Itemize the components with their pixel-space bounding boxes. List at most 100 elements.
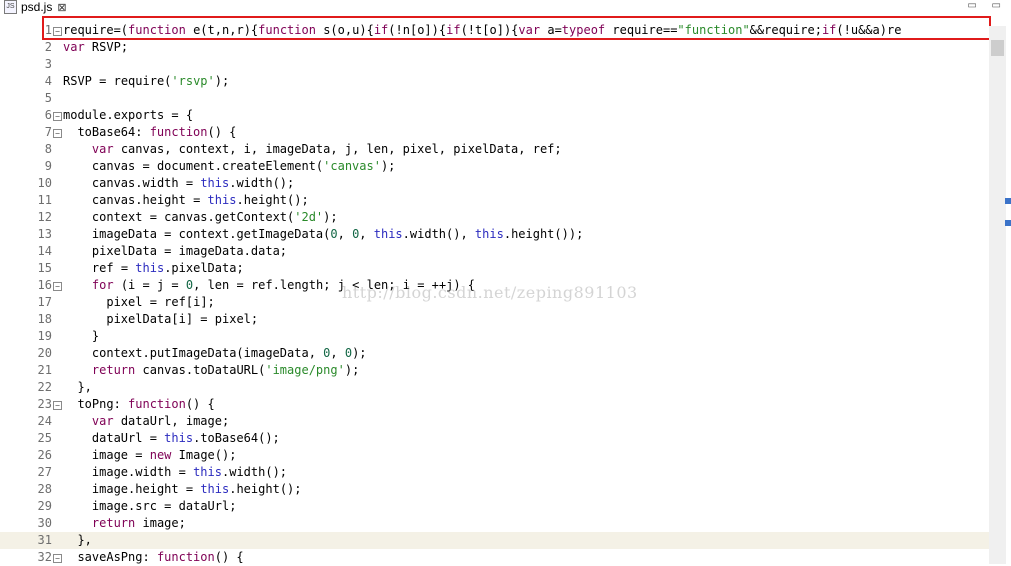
code-line[interactable]: 6− module.exports = {: [0, 107, 989, 124]
code-line[interactable]: 23− toPng: function() {: [0, 396, 989, 413]
overview-ruler-mark[interactable]: [1005, 198, 1011, 204]
line-number: 27: [37, 465, 52, 479]
fold-toggle-icon[interactable]: −: [53, 27, 62, 36]
code-text: toBase64: function() {: [77, 125, 237, 139]
fold-toggle-icon[interactable]: −: [53, 282, 62, 291]
code-editor[interactable]: 1− require=(function e(t,n,r){function s(…: [0, 14, 1011, 564]
editor-tab-bar: JS psd.js ⊠ ▭ ▭: [0, 0, 1011, 14]
line-number: 10: [37, 176, 52, 190]
code-line[interactable]: 8 var canvas, context, i, imageData, j, …: [0, 141, 989, 158]
code-text: toPng: function() {: [77, 397, 215, 411]
code-text: canvas.height = this.height();: [91, 193, 309, 207]
code-line[interactable]: 16− for (i = j = 0, len = ref.length; j …: [0, 277, 989, 294]
code-text: require=(function e(t,n,r){function s(o,…: [63, 23, 902, 37]
code-line[interactable]: 15 ref = this.pixelData;: [0, 260, 989, 277]
code-line[interactable]: 10 canvas.width = this.width();: [0, 175, 989, 192]
code-line[interactable]: 26 image = new Image();: [0, 447, 989, 464]
code-line[interactable]: 11 canvas.height = this.height();: [0, 192, 989, 209]
line-number: 4: [44, 74, 52, 88]
code-line[interactable]: 28 image.height = this.height();: [0, 481, 989, 498]
code-text: ref = this.pixelData;: [91, 261, 244, 275]
fold-toggle-icon[interactable]: −: [53, 401, 62, 410]
code-text: RSVP = require('rsvp');: [63, 74, 230, 88]
code-line[interactable]: 31 },: [0, 532, 989, 549]
line-number: 26: [37, 448, 52, 462]
code-line[interactable]: 9 canvas = document.createElement('canva…: [0, 158, 989, 175]
line-number: 28: [37, 482, 52, 496]
line-number: 20: [37, 346, 52, 360]
line-number: 29: [37, 499, 52, 513]
line-number: 15: [37, 261, 52, 275]
code-text: pixelData[i] = pixel;: [106, 312, 259, 326]
code-text: canvas = document.createElement('canvas'…: [91, 159, 396, 173]
line-number: 13: [37, 227, 52, 241]
code-line[interactable]: 12 context = canvas.getContext('2d');: [0, 209, 989, 226]
code-line[interactable]: 30 return image;: [0, 515, 989, 532]
tab-label: psd.js: [21, 0, 53, 14]
line-number: 17: [37, 295, 52, 309]
code-text: image = new Image();: [91, 448, 237, 462]
code-text: var canvas, context, i, imageData, j, le…: [91, 142, 562, 156]
code-text: canvas.width = this.width();: [91, 176, 295, 190]
code-text: imageData = context.getImageData(0, 0, t…: [91, 227, 584, 241]
code-line[interactable]: 14 pixelData = imageData.data;: [0, 243, 989, 260]
vertical-scrollbar[interactable]: [989, 26, 1006, 564]
line-number: 25: [37, 431, 52, 445]
line-number: 3: [44, 57, 52, 71]
line-number: 11: [37, 193, 52, 207]
line-number: 1: [44, 23, 52, 37]
code-text: context.putImageData(imageData, 0, 0);: [91, 346, 367, 360]
scrollbar-thumb[interactable]: [991, 40, 1004, 56]
code-line[interactable]: 21 return canvas.toDataURL('image/png');: [0, 362, 989, 379]
code-text: image.width = this.width();: [91, 465, 288, 479]
code-line[interactable]: 3: [0, 56, 989, 73]
code-text: var RSVP;: [63, 40, 129, 54]
line-number: 9: [44, 159, 52, 173]
code-text: },: [63, 380, 92, 394]
line-number: 22: [37, 380, 52, 394]
line-number: 7: [44, 125, 52, 139]
close-icon[interactable]: ⊠: [57, 1, 66, 14]
code-text: dataUrl = this.toBase64();: [91, 431, 280, 445]
code-line[interactable]: 22 },: [0, 379, 989, 396]
overview-ruler-mark[interactable]: [1005, 220, 1011, 226]
fold-toggle-icon[interactable]: −: [53, 129, 62, 138]
line-number: 32: [37, 550, 52, 564]
code-line[interactable]: 5: [0, 90, 989, 107]
line-number: 23: [37, 397, 52, 411]
code-line[interactable]: 20 context.putImageData(imageData, 0, 0)…: [0, 345, 989, 362]
code-line[interactable]: 17 pixel = ref[i];: [0, 294, 989, 311]
line-number: 2: [44, 40, 52, 54]
code-line[interactable]: 18 pixelData[i] = pixel;: [0, 311, 989, 328]
line-number: 31: [37, 533, 52, 547]
code-line[interactable]: 13 imageData = context.getImageData(0, 0…: [0, 226, 989, 243]
code-line[interactable]: 4 RSVP = require('rsvp');: [0, 73, 989, 90]
js-file-icon: JS: [4, 0, 17, 14]
line-number: 21: [37, 363, 52, 377]
fold-toggle-icon[interactable]: −: [53, 112, 62, 121]
code-text: return canvas.toDataURL('image/png');: [91, 363, 360, 377]
code-text: saveAsPng: function() {: [77, 550, 244, 564]
tab-psd-js[interactable]: JS psd.js ⊠: [0, 0, 67, 14]
line-number: 12: [37, 210, 52, 224]
code-text: module.exports = {: [63, 108, 194, 122]
fold-toggle-icon[interactable]: −: [53, 554, 62, 563]
code-line[interactable]: 24 var dataUrl, image;: [0, 413, 989, 430]
code-line[interactable]: 1− require=(function e(t,n,r){function s(…: [0, 22, 989, 39]
code-text: image.src = dataUrl;: [91, 499, 237, 513]
code-text: var dataUrl, image;: [91, 414, 230, 428]
code-line[interactable]: 32− saveAsPng: function() {: [0, 549, 989, 566]
code-line[interactable]: 2 var RSVP;: [0, 39, 989, 56]
window-controls[interactable]: ▭ ▭: [967, 0, 1007, 11]
line-number: 16: [37, 278, 52, 292]
line-number: 24: [37, 414, 52, 428]
code-text: pixel = ref[i];: [106, 295, 215, 309]
code-line[interactable]: 19 }: [0, 328, 989, 345]
code-line[interactable]: 25 dataUrl = this.toBase64();: [0, 430, 989, 447]
code-line[interactable]: 27 image.width = this.width();: [0, 464, 989, 481]
code-text: context = canvas.getContext('2d');: [91, 210, 338, 224]
code-text: for (i = j = 0, len = ref.length; j < le…: [91, 278, 476, 292]
line-number: 19: [37, 329, 52, 343]
code-line[interactable]: 7− toBase64: function() {: [0, 124, 989, 141]
code-line[interactable]: 29 image.src = dataUrl;: [0, 498, 989, 515]
